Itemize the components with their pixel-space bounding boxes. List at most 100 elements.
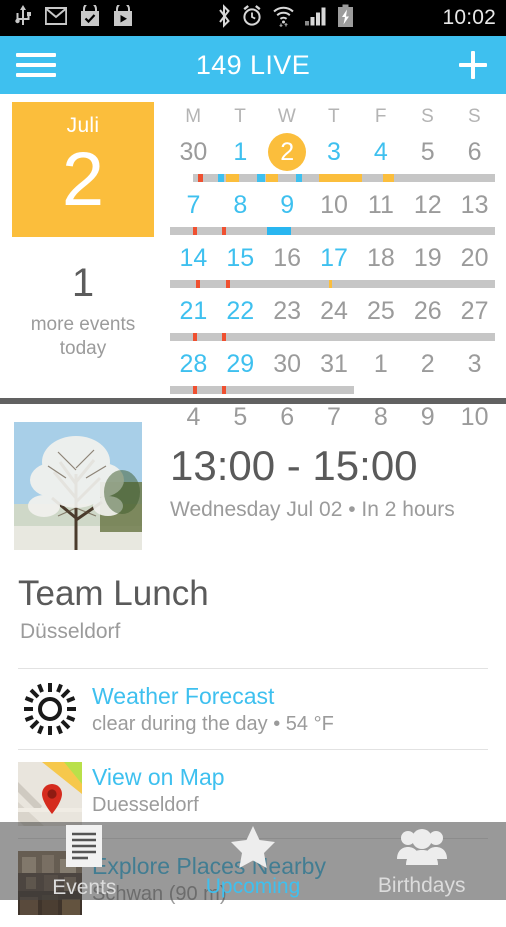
calendar-day-cell[interactable]: 28 xyxy=(170,344,217,384)
today-month: Juli xyxy=(66,114,100,137)
calendar-day-cell[interactable]: 5 xyxy=(404,132,451,172)
week-event-timeline xyxy=(170,386,498,394)
calendar-day-cell[interactable]: 12 xyxy=(404,185,451,225)
calendar-day-cell[interactable]: 22 xyxy=(217,291,264,331)
timeline-track xyxy=(170,280,495,288)
calendar-day-cell[interactable]: 24 xyxy=(311,291,358,331)
calendar-day-cell[interactable]: 19 xyxy=(404,238,451,278)
bottom-navigation: Events Upcoming Birthdays xyxy=(0,822,506,900)
weather-row[interactable]: Weather Forecast clear during the day • … xyxy=(0,669,506,749)
weekday-header: F xyxy=(374,106,387,127)
calendar-day-cell[interactable]: 27 xyxy=(451,291,498,331)
today-summary: Juli 2 1 more events today xyxy=(0,102,170,394)
weather-sub: clear during the day • 54 °F xyxy=(92,713,334,736)
calendar-day-cell[interactable]: 31 xyxy=(311,344,358,384)
nav-item-birthdays[interactable]: Birthdays xyxy=(337,825,506,898)
calendar-week-row: 30 1 2 3 4 5 6 xyxy=(170,132,498,172)
calendar-day-cell[interactable]: 30 xyxy=(264,344,311,384)
calendar-day-cell[interactable]: 20 xyxy=(451,238,498,278)
calendar-day-cell[interactable]: 1 xyxy=(217,132,264,172)
weekday-header: W xyxy=(277,106,297,127)
calendar-day-cell[interactable]: 5 xyxy=(217,397,264,437)
timeline-segment xyxy=(222,333,227,341)
calendar-day-cell[interactable]: 4 xyxy=(170,397,217,437)
nav-label-events: Events xyxy=(52,875,117,899)
weather-text: Weather Forecast clear during the day • … xyxy=(82,681,334,736)
calendar-day-cell[interactable]: 29 xyxy=(217,344,264,384)
calendar-day-cell[interactable]: 21 xyxy=(170,291,217,331)
calendar-day-cell[interactable]: 6 xyxy=(264,397,311,437)
status-bar-right-icons xyxy=(217,3,354,33)
timeline-segment xyxy=(222,227,227,235)
calendar-day-cell[interactable]: 4 xyxy=(357,132,404,172)
calendar-day-cell[interactable]: 13 xyxy=(451,185,498,225)
calendar-day-cell[interactable]: 9 xyxy=(264,185,311,225)
timeline-segment xyxy=(265,174,278,182)
weather-title[interactable]: Weather Forecast xyxy=(92,683,334,709)
people-icon xyxy=(396,825,448,872)
timeline-segment xyxy=(196,280,201,288)
calendar-day-cell[interactable]: 18 xyxy=(357,238,404,278)
event-location: Düsseldorf xyxy=(20,620,121,643)
calendar-grid[interactable]: MTWTFSS 30 1 2 3 4 5 6 7 8 9 10 11 12 13 14 15 16 17 18 19 2… xyxy=(170,102,506,431)
calendar-day-cell[interactable]: 14 xyxy=(170,238,217,278)
calendar-day-cell[interactable]: 9 xyxy=(404,397,451,437)
timeline-segment xyxy=(266,227,292,235)
calendar-day-cell[interactable]: 15 xyxy=(217,238,264,278)
timeline-segment xyxy=(319,174,362,182)
calendar-day-cell[interactable]: 8 xyxy=(357,397,404,437)
sun-icon xyxy=(18,681,82,737)
calendar-day-cell[interactable]: 25 xyxy=(357,291,404,331)
calendar-day-cell[interactable]: 2 xyxy=(404,344,451,384)
calendar-day-cell[interactable]: 23 xyxy=(264,291,311,331)
calendar-day-cell[interactable]: 7 xyxy=(311,397,358,437)
more-events-label: more events today xyxy=(30,314,136,359)
calendar-day-cell[interactable]: 7 xyxy=(170,185,217,225)
app-bar: 149 LIVE xyxy=(0,36,506,94)
calendar-day-cell[interactable]: 30 xyxy=(170,132,217,172)
usb-icon xyxy=(14,4,32,32)
hamburger-menu-icon[interactable] xyxy=(16,53,56,77)
week-event-timeline xyxy=(170,174,498,182)
today-card[interactable]: Juli 2 xyxy=(12,102,154,237)
event-time-range: 13:00 - 15:00 xyxy=(170,442,418,489)
timeline-segment xyxy=(192,227,197,235)
calendar-day-cell[interactable]: 6 xyxy=(451,132,498,172)
more-events-count: 1 xyxy=(71,261,95,305)
timeline-segment xyxy=(256,174,265,182)
map-title[interactable]: View on Map xyxy=(92,764,225,790)
calendar-day-cell[interactable]: 3 xyxy=(451,344,498,384)
calendar-day-cell[interactable]: 16 xyxy=(264,238,311,278)
nav-item-upcoming[interactable]: Upcoming xyxy=(169,824,338,899)
calendar-week-row: 7 8 9 10 11 12 13 xyxy=(170,185,498,225)
weekday-header: S xyxy=(421,106,435,127)
today-highlight: 2 xyxy=(268,133,307,171)
status-bar: 10:02 xyxy=(0,0,506,36)
nav-label-upcoming: Upcoming xyxy=(205,874,301,898)
nav-item-events[interactable]: Events xyxy=(0,823,169,900)
timeline-track xyxy=(170,333,495,341)
timeline-segment xyxy=(197,174,204,182)
map-pin-icon xyxy=(18,762,82,826)
timeline-segment xyxy=(192,333,197,341)
week-event-timeline xyxy=(170,280,498,288)
calendar-day-cell[interactable]: 26 xyxy=(404,291,451,331)
map-sub: Duesseldorf xyxy=(92,794,199,817)
calendar-day-cell[interactable]: 17 xyxy=(311,238,358,278)
timeline-track xyxy=(170,227,495,235)
calendar-day-cell[interactable]: 1 xyxy=(357,344,404,384)
calendar-week-row: 14 15 16 17 18 19 20 xyxy=(170,238,498,278)
weekday-header: M xyxy=(185,106,202,127)
calendar-day-cell[interactable]: 8 xyxy=(217,185,264,225)
weekday-header: T xyxy=(327,106,341,127)
calendar-day-cell[interactable]: 3 xyxy=(311,132,358,172)
map-text: View on Map Duesseldorf xyxy=(82,762,225,817)
battery-charging-icon xyxy=(337,4,354,33)
page-title: 149 LIVE xyxy=(195,49,311,80)
calendar-day-cell[interactable]: 11 xyxy=(357,185,404,225)
timeline-track xyxy=(170,386,354,394)
plus-icon[interactable] xyxy=(456,48,490,82)
calendar-day-cell[interactable]: 10 xyxy=(451,397,498,437)
calendar-day-cell[interactable]: 2 xyxy=(264,132,311,172)
calendar-day-cell[interactable]: 10 xyxy=(311,185,358,225)
